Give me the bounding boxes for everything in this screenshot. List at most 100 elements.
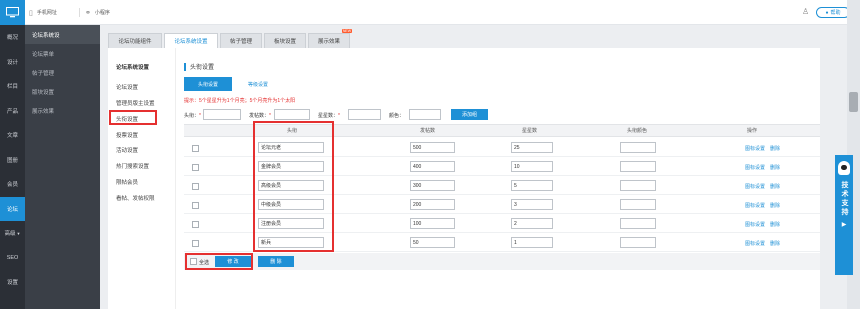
nav-item-column[interactable]: 栏目 <box>0 74 25 99</box>
row-stars-input[interactable]: 10 <box>511 161 553 172</box>
left-menu-forum-settings[interactable]: 论坛设置 <box>116 83 138 91</box>
delete-link[interactable]: 删除 <box>770 183 780 190</box>
scrollbar-thumb[interactable] <box>849 92 858 112</box>
stars-field-label: 星星数：* <box>318 112 340 119</box>
icon-settings-link[interactable]: 图标设置 <box>745 164 765 171</box>
title-field-label: 头衔：* <box>184 112 201 119</box>
row-checkbox[interactable] <box>192 221 199 228</box>
nav-item-advanced-label: 高级 <box>4 231 16 238</box>
row-checkbox[interactable] <box>192 202 199 209</box>
sub-nav-item-posts[interactable]: 帖子管理 <box>25 63 100 82</box>
nav-item-design[interactable]: 设计 <box>0 50 25 75</box>
highlight-box-title-column <box>253 121 334 252</box>
monitor-logo-icon[interactable] <box>0 0 25 25</box>
tab-board-settings[interactable]: 板块设置 <box>264 33 306 49</box>
row-posts-input[interactable]: 100 <box>410 218 455 229</box>
left-menu-limited-members[interactable]: 限帖会员 <box>116 178 138 186</box>
header-stars: 星星数 <box>522 128 538 134</box>
delete-button[interactable]: 删 除 <box>258 256 294 267</box>
row-stars-input[interactable]: 3 <box>511 199 553 210</box>
icon-settings-link[interactable]: 图标设置 <box>745 221 765 228</box>
row-posts-input[interactable]: 500 <box>410 142 455 153</box>
help-button[interactable]: ● 帮助 <box>816 7 850 18</box>
left-menu-activity-settings[interactable]: 活动设置 <box>116 146 138 154</box>
row-color-input[interactable] <box>620 218 656 229</box>
subtab-title-settings[interactable]: 头衔设置 <box>184 77 232 91</box>
left-menu-permissions[interactable]: 看帖、发帖权限 <box>116 194 155 202</box>
nav-item-product[interactable]: 产品 <box>0 99 25 124</box>
row-color-input[interactable] <box>620 161 656 172</box>
row-checkbox[interactable] <box>192 164 199 171</box>
left-menu-vote-settings[interactable]: 投票设置 <box>116 131 138 139</box>
caret-down-icon: ▼ <box>16 230 21 236</box>
nav-item-overview[interactable]: 概况 <box>0 25 25 50</box>
icon-settings-link[interactable]: 图标设置 <box>745 183 765 190</box>
row-stars-input[interactable]: 1 <box>511 237 553 248</box>
row-color-input[interactable] <box>620 199 656 210</box>
forum-sub-nav: 论坛 论坛系统设 论坛票单 帖子管理 版块设置 展示效果 <box>25 0 100 309</box>
title-input[interactable] <box>203 109 241 120</box>
tab-post-management[interactable]: 帖子管理 <box>220 33 262 49</box>
delete-link[interactable]: 删除 <box>770 202 780 209</box>
row-color-input[interactable] <box>620 180 656 191</box>
tab-display-effect-label: 展示效果 <box>317 39 340 45</box>
help-button-label: 帮助 <box>830 10 841 16</box>
delete-link[interactable]: 删除 <box>770 221 780 228</box>
nav-item-album[interactable]: 图册 <box>0 148 25 173</box>
row-posts-input[interactable]: 200 <box>410 199 455 210</box>
nav-item-settings[interactable]: 设置 <box>0 270 25 295</box>
delete-link[interactable]: 删除 <box>770 145 780 152</box>
miniapp-link[interactable]: ⚭ 小程序 <box>85 0 110 25</box>
sub-nav-item-display[interactable]: 展示效果 <box>25 101 100 120</box>
mobile-link-label: 手机网址 <box>36 10 57 16</box>
color-field-label: 颜色： <box>389 113 405 119</box>
tab-display-effect[interactable]: 展示效果 NEW <box>308 29 352 49</box>
posts-field-label-text: 发帖数： <box>249 113 270 119</box>
color-input[interactable] <box>409 109 441 120</box>
row-checkbox[interactable] <box>192 240 199 247</box>
delete-link[interactable]: 删除 <box>770 164 780 171</box>
main-nav: 概况 设计 栏目 产品 文章 图册 会员 论坛 高级 ▼ SEO 设置 <box>0 0 25 309</box>
left-menu-admin-settings[interactable]: 管理员版主设置 <box>116 99 155 107</box>
row-stars-input[interactable]: 2 <box>511 218 553 229</box>
add-group-button[interactable]: 添加组 <box>451 109 488 120</box>
help-circle-icon: ● <box>825 9 829 16</box>
row-color-input[interactable] <box>620 142 656 153</box>
nav-item-forum[interactable]: 论坛 <box>0 196 25 221</box>
delete-link[interactable]: 删除 <box>770 240 780 247</box>
tech-support-widget[interactable]: 技术支持 ▶ <box>835 155 853 275</box>
phone-icon: ▯ <box>29 9 33 17</box>
user-icon[interactable]: ♙ <box>802 7 809 16</box>
mobile-link[interactable]: ▯ 手机网址 <box>29 0 57 25</box>
left-menu-hot-search[interactable]: 热门搜索设置 <box>116 162 149 170</box>
stars-input[interactable] <box>348 109 381 120</box>
row-color-input[interactable] <box>620 237 656 248</box>
nav-item-seo[interactable]: SEO <box>0 246 25 271</box>
row-posts-input[interactable]: 50 <box>410 237 455 248</box>
tech-support-label: 技术支持 <box>841 181 848 217</box>
tab-forum-system-settings[interactable]: 论坛系统设置 <box>164 33 218 49</box>
row-stars-input[interactable]: 25 <box>511 142 553 153</box>
qq-penguin-icon <box>838 161 850 175</box>
title-field-label-text: 头衔： <box>184 113 200 119</box>
nav-item-article[interactable]: 文章 <box>0 123 25 148</box>
sub-nav-item-forms[interactable]: 论坛票单 <box>25 44 100 63</box>
nav-item-member[interactable]: 会员 <box>0 172 25 197</box>
icon-settings-link[interactable]: 图标设置 <box>745 240 765 247</box>
nav-item-advanced[interactable]: 高级 ▼ <box>0 221 25 246</box>
icon-settings-link[interactable]: 图标设置 <box>745 145 765 152</box>
row-stars-input[interactable]: 5 <box>511 180 553 191</box>
sub-nav-item-boards[interactable]: 版块设置 <box>25 82 100 101</box>
tab-forum-components[interactable]: 论坛功能组件 <box>108 33 162 49</box>
sub-nav-item-system[interactable]: 论坛系统设 <box>25 25 100 44</box>
posts-input[interactable] <box>274 109 310 120</box>
link-icon: ⚭ <box>85 9 91 17</box>
top-bar: ▯ 手机网址 ⚭ 小程序 ♙ ● 帮助 <box>25 0 860 25</box>
row-posts-input[interactable]: 400 <box>410 161 455 172</box>
row-checkbox[interactable] <box>192 183 199 190</box>
row-checkbox[interactable] <box>192 145 199 152</box>
header-color: 头衔颜色 <box>627 128 648 134</box>
icon-settings-link[interactable]: 图标设置 <box>745 202 765 209</box>
row-posts-input[interactable]: 300 <box>410 180 455 191</box>
subtab-level-settings[interactable]: 等级设置 <box>234 77 282 91</box>
